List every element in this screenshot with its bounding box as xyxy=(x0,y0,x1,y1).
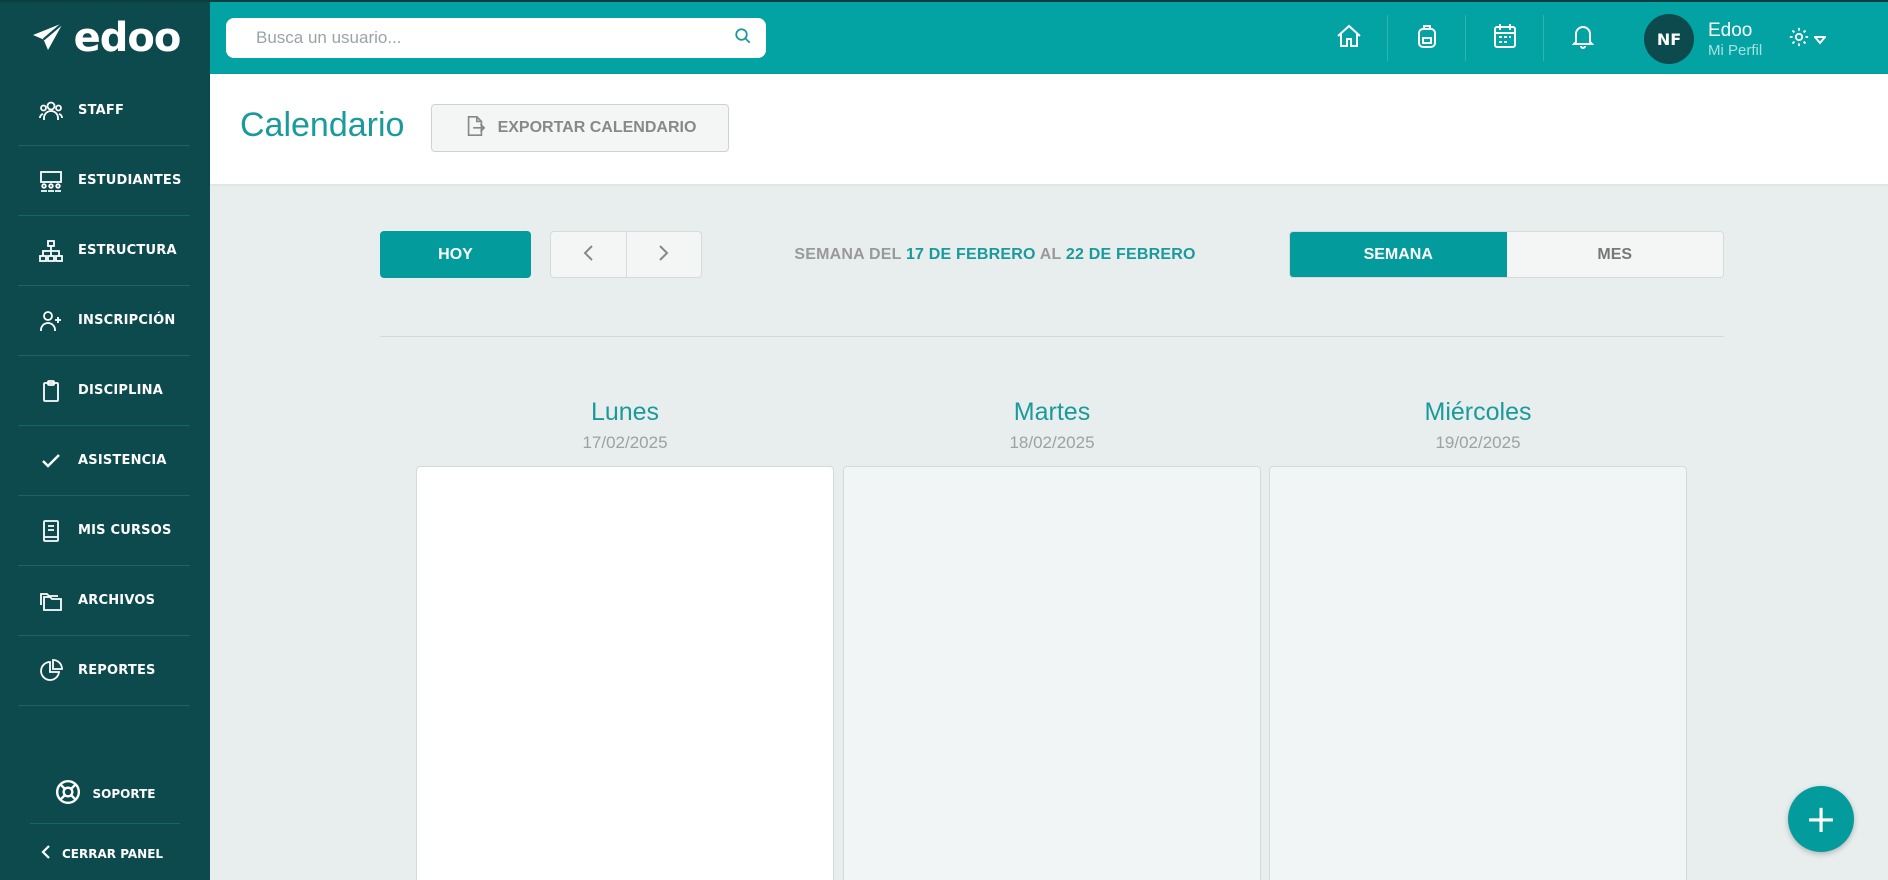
book-icon xyxy=(38,518,64,544)
clipboard-icon xyxy=(38,378,64,404)
user-plus-icon xyxy=(38,308,64,334)
sidebar-item-label: INSCRIPCIÓN xyxy=(78,313,176,328)
collapse-panel-button[interactable]: CERRAR PANEL xyxy=(40,844,163,864)
day-events-area[interactable] xyxy=(416,466,834,880)
sidebar-item-disciplina[interactable]: DISCIPLINA xyxy=(18,356,190,426)
previous-week-button[interactable] xyxy=(551,232,627,277)
hierarchy-icon xyxy=(38,238,64,264)
chevron-right-icon xyxy=(658,244,670,265)
chevron-left-icon xyxy=(582,244,594,265)
users-icon xyxy=(38,98,64,124)
sidebar: edoo STAFF ESTUDIANTES ESTRUCTURA INSCRI… xyxy=(0,0,210,880)
bell-icon xyxy=(1571,23,1595,53)
next-week-button[interactable] xyxy=(627,232,702,277)
export-icon xyxy=(464,115,486,142)
day-date: 19/02/2025 xyxy=(1435,433,1521,452)
logo-text: edoo xyxy=(73,15,182,61)
week-range-label: SEMANA DEL 17 DE FEBRERO AL 22 DE FEBRER… xyxy=(760,246,1230,264)
profile-name: Edoo xyxy=(1708,19,1753,41)
backpack-icon xyxy=(1416,23,1438,53)
sidebar-item-label: REPORTES xyxy=(78,663,156,678)
profile-menu[interactable]: NF Edoo Mi Perfil xyxy=(1644,14,1762,64)
collapse-panel-label: CERRAR PANEL xyxy=(62,847,164,861)
sidebar-item-reportes[interactable]: REPORTES xyxy=(18,636,190,706)
sidebar-item-label: STAFF xyxy=(78,103,125,118)
search-input[interactable] xyxy=(256,28,734,48)
sidebar-item-label: ARCHIVOS xyxy=(78,593,156,608)
classroom-icon xyxy=(38,168,64,194)
day-date: 18/02/2025 xyxy=(1009,433,1095,452)
home-button[interactable] xyxy=(1310,15,1388,61)
week-view-button[interactable]: SEMANA xyxy=(1290,232,1507,277)
paper-plane-icon xyxy=(32,22,64,50)
avatar: NF xyxy=(1644,14,1694,64)
profile-subtitle: Mi Perfil xyxy=(1708,41,1763,59)
search-box xyxy=(226,18,766,58)
sidebar-item-archivos[interactable]: ARCHIVOS xyxy=(18,566,190,636)
view-toggle: SEMANA MES xyxy=(1289,231,1724,278)
calendar-button[interactable] xyxy=(1466,15,1544,61)
pie-chart-icon xyxy=(38,658,64,684)
gear-icon xyxy=(1788,26,1810,52)
chevron-down-icon xyxy=(1812,30,1828,49)
sidebar-item-estudiantes[interactable]: ESTUDIANTES xyxy=(18,146,190,216)
day-events-area[interactable] xyxy=(1269,466,1687,880)
today-button[interactable]: HOY xyxy=(380,231,531,278)
folders-icon xyxy=(38,588,64,614)
chevron-left-icon xyxy=(40,844,52,864)
topbar: NF Edoo Mi Perfil xyxy=(210,0,1888,74)
sidebar-item-label: ESTRUCTURA xyxy=(78,243,177,258)
sidebar-item-label: DISCIPLINA xyxy=(78,383,163,398)
week-prefix: SEMANA DEL xyxy=(794,246,902,263)
search-icon[interactable] xyxy=(734,27,752,49)
export-calendar-button[interactable]: EXPORTAR CALENDARIO xyxy=(431,104,729,152)
notifications-button[interactable] xyxy=(1544,15,1622,61)
sidebar-item-estructura[interactable]: ESTRUCTURA xyxy=(18,216,190,286)
check-icon xyxy=(38,448,64,474)
day-events-area[interactable] xyxy=(843,466,1261,880)
day-date: 17/02/2025 xyxy=(582,433,668,452)
sidebar-nav: STAFF ESTUDIANTES ESTRUCTURA INSCRIPCIÓN… xyxy=(0,76,210,706)
export-label: EXPORTAR CALENDARIO xyxy=(497,119,697,136)
sidebar-item-mis-cursos[interactable]: MIS CURSOS xyxy=(18,496,190,566)
sidebar-item-label: ESTUDIANTES xyxy=(78,173,182,188)
day-column-wednesday: Miércoles 19/02/2025 xyxy=(1269,398,1687,880)
logo[interactable]: edoo xyxy=(0,2,210,74)
day-column-monday: Lunes 17/02/2025 xyxy=(416,398,834,880)
sidebar-item-staff[interactable]: STAFF xyxy=(18,76,190,146)
week-start: 17 DE FEBRERO xyxy=(905,246,1036,263)
divider xyxy=(380,336,1724,337)
sidebar-item-label: ASISTENCIA xyxy=(78,453,167,468)
week-end: 22 DE FEBRERO xyxy=(1065,246,1196,263)
day-name: Miércoles xyxy=(1424,398,1532,426)
sidebar-item-asistencia[interactable]: ASISTENCIA xyxy=(18,426,190,496)
calendar-icon xyxy=(1493,23,1517,53)
support-label: SOPORTE xyxy=(92,786,156,801)
sidebar-item-inscripcion[interactable]: INSCRIPCIÓN xyxy=(18,286,190,356)
week-connector: AL xyxy=(1039,246,1062,263)
support-link[interactable]: SOPORTE xyxy=(30,764,180,824)
lifebuoy-icon xyxy=(55,779,81,809)
page-title: Calendario xyxy=(240,106,405,144)
backpack-button[interactable] xyxy=(1388,15,1466,61)
month-view-button[interactable]: MES xyxy=(1506,232,1723,277)
day-name: Lunes xyxy=(590,398,660,426)
week-navigation xyxy=(550,231,702,278)
top-icons xyxy=(1310,2,1622,74)
day-name: Martes xyxy=(1013,398,1091,426)
home-icon xyxy=(1336,24,1362,52)
add-event-button[interactable]: + xyxy=(1788,786,1854,852)
page-header: Calendario EXPORTAR CALENDARIO xyxy=(210,74,1888,184)
day-column-tuesday: Martes 18/02/2025 xyxy=(843,398,1261,880)
sidebar-item-label: MIS CURSOS xyxy=(78,523,172,538)
settings-menu[interactable] xyxy=(1788,26,1828,52)
